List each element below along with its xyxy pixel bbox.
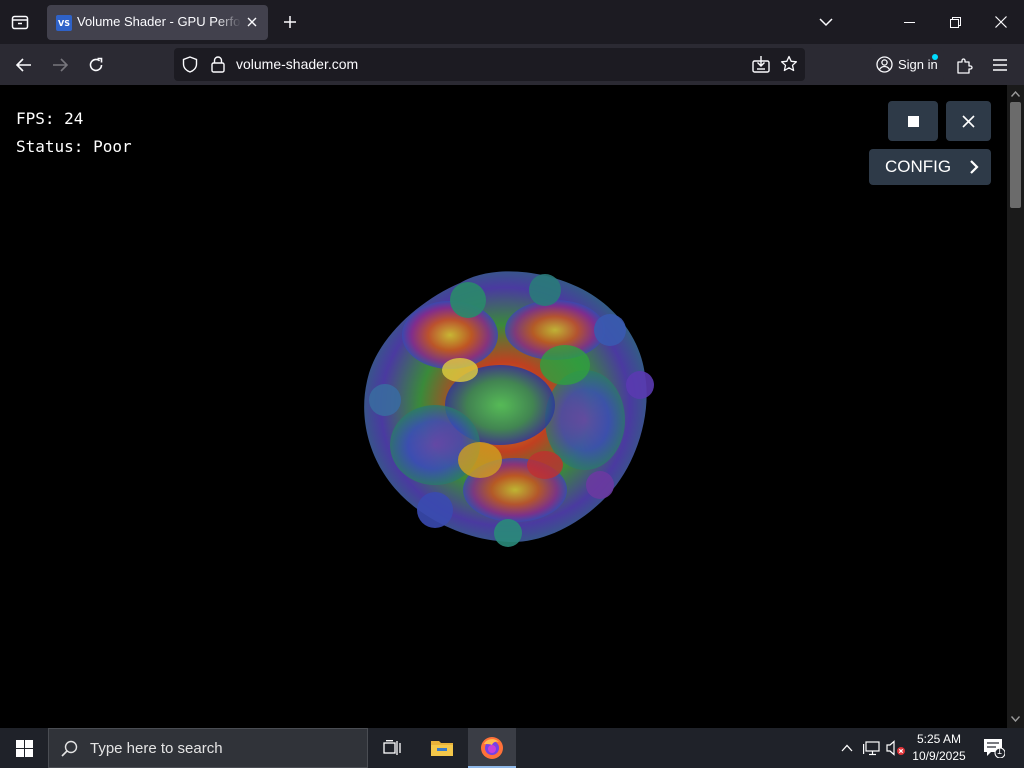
arrow-right-icon [53,58,68,72]
restore-icon [949,16,961,28]
puzzle-icon [956,57,973,74]
tab-favicon-icon: VS [56,15,72,31]
arrow-left-icon [16,58,31,72]
plus-icon [284,16,296,28]
search-icon [61,740,78,757]
firefox-icon [481,737,503,759]
fps-readout: FPS: 24 [16,109,84,128]
reload-icon [89,57,103,72]
sign-in-label: Sign in [898,57,938,72]
windows-taskbar: Type here to search 5:25 AM 10/9/2025 1 [0,728,1024,768]
window-close-button[interactable] [978,0,1024,44]
scroll-up-arrow-icon[interactable] [1007,87,1024,101]
tab-close-button[interactable] [242,12,262,32]
firefox-view-button[interactable] [5,7,35,37]
install-app-icon[interactable] [752,55,770,77]
task-view-button[interactable] [368,728,416,768]
folder-icon [431,741,453,756]
clock-date: 10/9/2025 [912,749,966,763]
url-text[interactable]: volume-shader.com [236,56,358,72]
page-content: FPS: 24 Status: Poor CONFIG [0,85,1007,728]
close-overlay-button[interactable] [946,101,991,141]
lock-icon[interactable] [211,55,225,77]
file-explorer-button[interactable] [418,728,466,768]
navigation-toolbar: volume-shader.com Sign in [0,44,1024,85]
minimize-button[interactable] [886,0,932,44]
network-tray-button[interactable] [860,728,882,768]
stop-button[interactable] [888,101,938,141]
taskbar-search-box[interactable]: Type here to search [48,728,368,768]
restore-button[interactable] [932,0,978,44]
tab-strip: VS Volume Shader - GPU Performance Test [0,0,1024,44]
list-all-tabs-button[interactable] [811,7,841,37]
chevron-right-icon [970,160,979,174]
config-label: CONFIG [885,157,952,176]
scroll-thumb[interactable] [1010,102,1021,208]
volume-muted-icon [886,740,905,756]
new-tab-button[interactable] [275,7,305,37]
account-icon [876,56,893,73]
app-menu-button[interactable] [984,49,1016,81]
tab-volume-shader[interactable]: VS Volume Shader - GPU Performance Test [47,5,268,40]
windows-logo-icon [15,739,33,757]
close-icon [962,114,975,128]
notification-dot [932,54,938,60]
action-center-button[interactable]: 1 [978,728,1010,768]
reload-button[interactable] [80,49,112,81]
chevron-down-icon [819,18,833,27]
stop-icon [907,115,919,127]
show-hidden-icons-button[interactable] [836,728,858,768]
config-button[interactable]: CONFIG [869,149,991,185]
vertical-scrollbar[interactable] [1007,85,1024,728]
volume-shader-render[interactable] [340,255,670,565]
extensions-button[interactable] [948,49,980,81]
address-bar[interactable]: volume-shader.com [174,48,805,81]
firefox-view-icon [11,15,29,30]
bookmark-star-icon[interactable] [780,55,798,77]
close-icon [995,16,1007,28]
status-readout: Status: Poor [16,137,132,156]
search-placeholder: Type here to search [90,739,223,757]
performance-hud: FPS: 24 Status: Poor [16,105,132,161]
forward-button[interactable] [44,49,76,81]
hamburger-menu-icon [993,59,1007,71]
minimize-icon [903,21,915,23]
scroll-down-arrow-icon[interactable] [1007,712,1024,726]
network-icon [862,740,880,755]
shield-icon[interactable] [182,56,198,77]
close-icon [247,17,257,27]
notification-count-badge: 1 [997,746,1003,756]
clock-time: 5:25 AM [916,732,962,746]
start-button[interactable] [0,728,48,768]
chevron-up-icon [841,744,853,752]
task-view-icon [383,740,401,755]
system-clock[interactable]: 5:25 AM 10/9/2025 [906,731,972,765]
firefox-taskbar-button[interactable] [468,728,516,768]
volume-tray-button[interactable] [884,728,908,768]
sign-in-button[interactable]: Sign in [868,48,944,81]
tab-title: Volume Shader - GPU Performance Test [77,14,241,29]
back-button[interactable] [8,49,40,81]
